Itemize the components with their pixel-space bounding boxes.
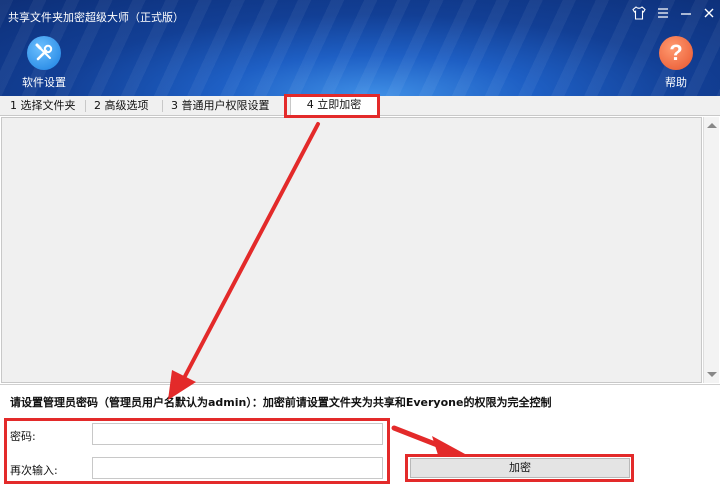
vertical-scrollbar[interactable] [703,117,719,383]
encrypt-button[interactable]: 加密 [410,458,630,478]
help-label: 帮助 [665,76,687,89]
tab-advanced-options[interactable]: 2 高级选项 [90,98,153,116]
tab-user-permissions[interactable]: 3 普通用户权限设置 [167,98,274,116]
window-title: 共享文件夹加密超级大师（正式版） [8,11,184,24]
scroll-up-icon[interactable] [707,123,717,128]
settings-button[interactable]: 软件设置 [16,36,72,90]
close-icon[interactable] [700,6,718,24]
tab-separator [162,100,163,112]
content-area [1,117,702,383]
menu-icon[interactable] [654,6,672,24]
scroll-down-icon[interactable] [707,372,717,377]
password-notice: 请设置管理员密码（管理员用户名默认为admin）：加密前请设置文件夹为共享和Ev… [10,396,552,409]
tab-select-folder[interactable]: 1 选择文件夹 [6,98,80,116]
question-icon: ? [659,36,693,70]
tab-encrypt-now[interactable]: 4 立即加密 [290,96,378,116]
wrench-screwdriver-icon [27,36,61,70]
settings-label: 软件设置 [22,76,66,89]
confirm-password-label: 再次输入: [10,464,58,477]
minimize-icon[interactable] [677,6,695,24]
confirm-password-input[interactable] [92,457,383,479]
tab-bar: 1 选择文件夹 2 高级选项 3 普通用户权限设置 4 立即加密 [0,96,720,116]
title-bar: 共享文件夹加密超级大师（正式版） 软件设置 ? 帮助 [0,0,720,96]
tab-separator [85,100,86,112]
shirt-icon[interactable] [630,6,648,24]
password-label: 密码: [10,430,36,443]
help-button[interactable]: ? 帮助 [648,36,704,90]
password-input[interactable] [92,423,383,445]
